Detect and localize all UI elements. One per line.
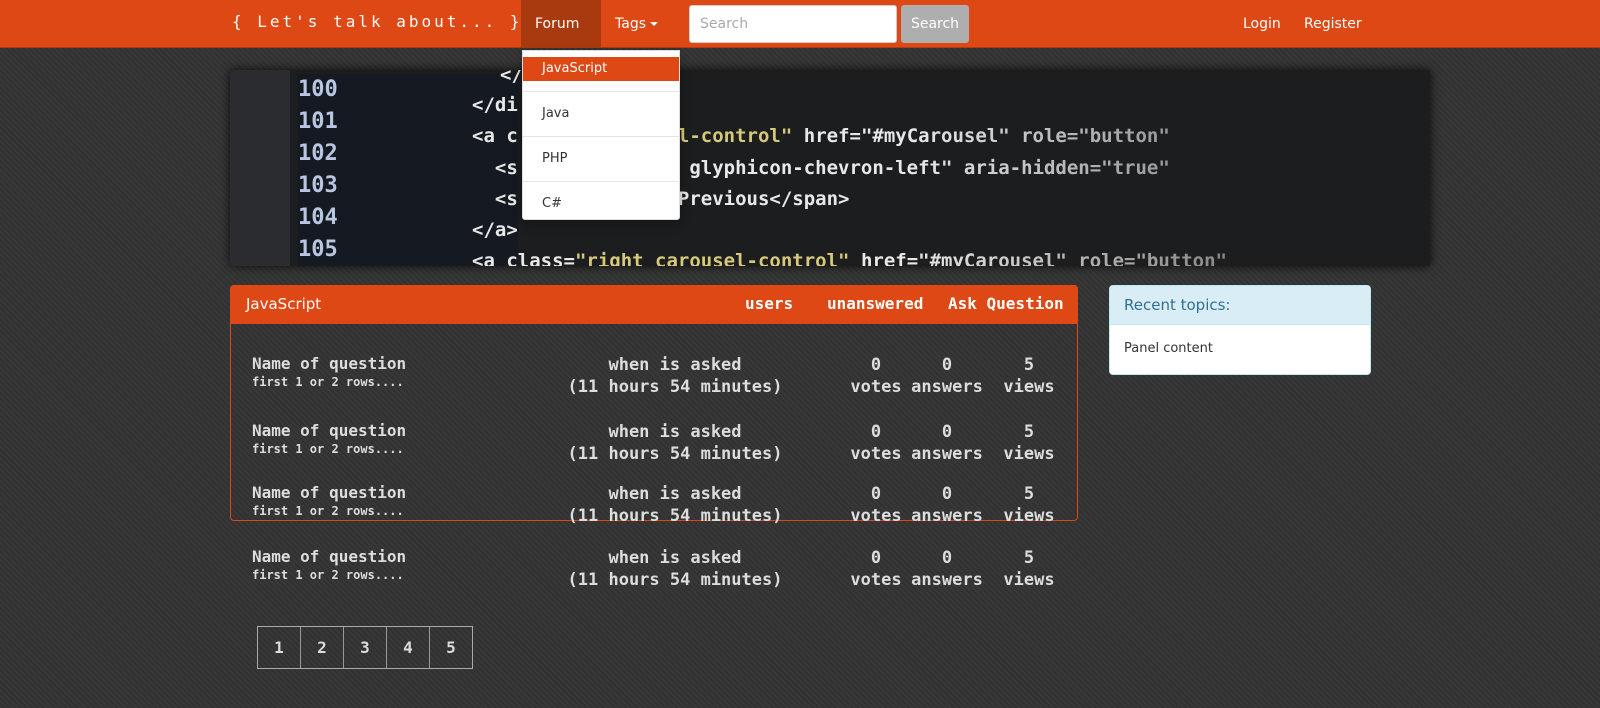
search-input[interactable] xyxy=(689,5,897,43)
question-snippet: first 1 or 2 rows.... xyxy=(252,568,404,582)
caret-down-icon xyxy=(650,22,658,26)
dropdown-divider xyxy=(523,91,679,92)
code-line: </di xyxy=(472,94,518,116)
register-link[interactable]: Register xyxy=(1290,0,1376,48)
question-row[interactable]: Name of question first 1 or 2 rows.... w… xyxy=(252,483,1055,533)
line-number: 105 xyxy=(298,237,338,262)
dropdown-item-php[interactable]: PHP xyxy=(523,147,679,171)
when-value: (11 hours 54 minutes) xyxy=(567,506,783,526)
panel-title: JavaScript xyxy=(246,295,322,313)
line-number: 103 xyxy=(298,173,338,198)
answers-count: 0 xyxy=(941,355,953,375)
question-row[interactable]: Name of question first 1 or 2 rows.... w… xyxy=(252,354,1055,404)
views-count: 5 xyxy=(1023,422,1035,442)
unanswered-link[interactable]: unanswered xyxy=(827,294,923,313)
views-label: views xyxy=(1003,444,1055,464)
dropdown-item-java[interactable]: Java xyxy=(523,102,679,126)
question-when: when is asked (11 hours 54 minutes) xyxy=(560,483,790,527)
nav-tags-dropdown[interactable]: Tags xyxy=(601,0,677,48)
views-stat: 5 views xyxy=(984,483,1074,527)
when-value: (11 hours 54 minutes) xyxy=(567,377,783,397)
views-stat: 5 views xyxy=(984,421,1074,465)
answers-stat: 0 answers xyxy=(902,354,992,398)
answers-label: answers xyxy=(911,570,983,590)
dropdown-item-csharp[interactable]: C# xyxy=(523,192,679,216)
answers-label: answers xyxy=(911,506,983,526)
top-navbar: { Let's talk about... } Forum Tags Searc… xyxy=(0,0,1600,74)
question-title[interactable]: Name of question xyxy=(252,483,406,502)
question-when: when is asked (11 hours 54 minutes) xyxy=(560,421,790,465)
answers-stat: 0 answers xyxy=(902,547,992,591)
views-label: views xyxy=(1003,377,1055,397)
forum-dropdown-menu: JavaScript Java PHP C# xyxy=(522,50,680,220)
views-count: 5 xyxy=(1023,484,1035,504)
question-when: when is asked (11 hours 54 minutes) xyxy=(560,354,790,398)
search-button[interactable]: Search xyxy=(901,5,969,43)
pagination: 1 2 3 4 5 xyxy=(257,626,473,669)
recent-topics-panel: Recent topics: Panel content xyxy=(1109,285,1371,375)
views-count: 5 xyxy=(1023,355,1035,375)
users-link[interactable]: users xyxy=(745,294,793,313)
answers-stat: 0 answers xyxy=(902,421,992,465)
answers-label: answers xyxy=(911,377,983,397)
question-snippet: first 1 or 2 rows.... xyxy=(252,375,404,389)
page-button-5[interactable]: 5 xyxy=(430,627,472,668)
when-value: (11 hours 54 minutes) xyxy=(567,570,783,590)
questions-panel-header: JavaScript users unanswered Ask Question xyxy=(230,285,1078,324)
page-button-4[interactable]: 4 xyxy=(387,627,430,668)
when-label: when is asked xyxy=(608,548,742,568)
answers-count: 0 xyxy=(941,484,953,504)
line-number: 102 xyxy=(298,141,338,166)
views-label: views xyxy=(1003,506,1055,526)
answers-count: 0 xyxy=(941,422,953,442)
line-number: 104 xyxy=(298,205,338,230)
nav-tags-label: Tags xyxy=(615,16,646,32)
when-label: when is asked xyxy=(608,355,742,375)
question-when: when is asked (11 hours 54 minutes) xyxy=(560,547,790,591)
page-button-3[interactable]: 3 xyxy=(344,627,387,668)
dropdown-divider xyxy=(523,181,679,182)
recent-topics-heading: Recent topics: xyxy=(1110,286,1370,325)
question-title[interactable]: Name of question xyxy=(252,547,406,566)
code-line: </a> xyxy=(472,219,518,241)
code-banner-image: 100 101 102 103 104 105 </ </di <a c aro… xyxy=(230,70,1430,266)
question-snippet: first 1 or 2 rows.... xyxy=(252,504,404,518)
views-stat: 5 views xyxy=(984,354,1074,398)
question-row[interactable]: Name of question first 1 or 2 rows.... w… xyxy=(252,547,1055,597)
when-label: when is asked xyxy=(608,422,742,442)
question-title[interactable]: Name of question xyxy=(252,421,406,440)
views-label: views xyxy=(1003,570,1055,590)
answers-stat: 0 answers xyxy=(902,483,992,527)
views-stat: 5 views xyxy=(984,547,1074,591)
banner-gutter xyxy=(230,70,290,266)
views-count: 5 xyxy=(1023,548,1035,568)
nav-forum-label: Forum xyxy=(535,16,580,32)
line-number: 100 xyxy=(298,77,338,102)
line-number: 101 xyxy=(298,109,338,134)
page-button-2[interactable]: 2 xyxy=(301,627,344,668)
question-row[interactable]: Name of question first 1 or 2 rows.... w… xyxy=(252,421,1055,471)
ask-question-link[interactable]: Ask Question xyxy=(948,294,1064,313)
when-value: (11 hours 54 minutes) xyxy=(567,444,783,464)
nav-forum-dropdown[interactable]: Forum xyxy=(521,0,601,74)
banner-fade xyxy=(910,70,1430,266)
brand-logo[interactable]: { Let's talk about... } xyxy=(232,12,523,31)
code-line: </ xyxy=(500,70,523,86)
recent-topics-content: Panel content xyxy=(1124,341,1213,356)
question-snippet: first 1 or 2 rows.... xyxy=(252,442,404,456)
login-link[interactable]: Login xyxy=(1229,0,1295,48)
answers-count: 0 xyxy=(941,548,953,568)
dropdown-item-javascript[interactable]: JavaScript xyxy=(523,57,679,81)
answers-label: answers xyxy=(911,444,983,464)
when-label: when is asked xyxy=(608,484,742,504)
question-title[interactable]: Name of question xyxy=(252,354,406,373)
dropdown-divider xyxy=(523,136,679,137)
page-button-1[interactable]: 1 xyxy=(258,627,301,668)
